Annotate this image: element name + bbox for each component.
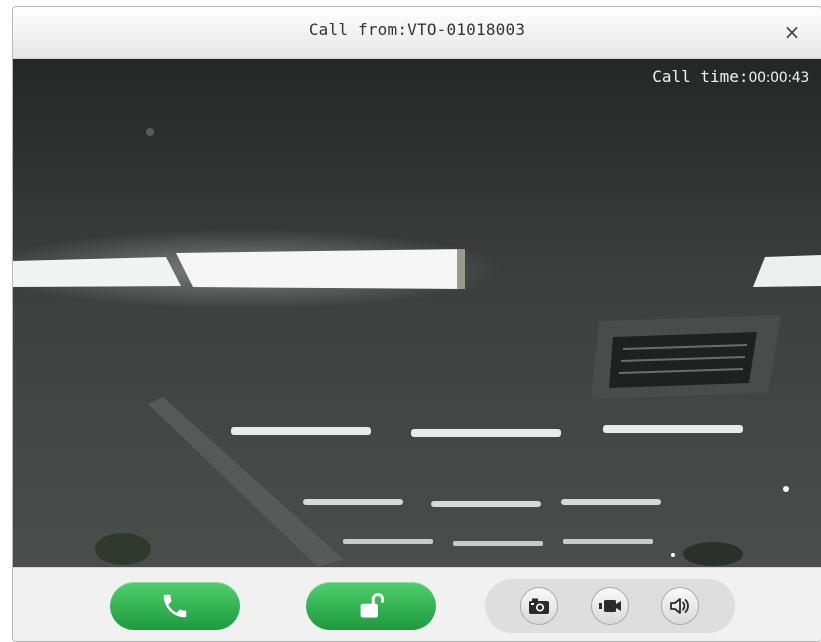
- camera-icon: [529, 598, 549, 614]
- call-time-value: 00:00:43: [748, 70, 810, 86]
- camera-image: [13, 59, 821, 567]
- window-title: Call from:VTO-01018003: [308, 20, 526, 39]
- close-button[interactable]: ×: [781, 21, 803, 43]
- record-button[interactable]: [591, 587, 629, 625]
- control-bar: [13, 567, 821, 641]
- title-bar: Call from:VTO-01018003 ×: [13, 7, 821, 59]
- call-window: Call from:VTO-01018003 × Call time:00:00…: [12, 6, 821, 642]
- answer-call-button[interactable]: [110, 582, 240, 630]
- close-icon: ×: [783, 20, 801, 44]
- phone-icon: [163, 594, 187, 618]
- call-time-label: Call time:: [652, 67, 749, 86]
- unlock-door-button[interactable]: [306, 582, 436, 630]
- unlock-icon: [360, 593, 385, 618]
- speaker-icon: [670, 598, 689, 614]
- media-tool-group: [485, 579, 735, 633]
- snapshot-button[interactable]: [520, 587, 558, 625]
- video-camera-icon: [599, 600, 621, 612]
- video-feed: Call time:00:00:43: [13, 59, 821, 567]
- call-time-display: Call time:00:00:43: [652, 67, 809, 86]
- volume-button[interactable]: [661, 587, 699, 625]
